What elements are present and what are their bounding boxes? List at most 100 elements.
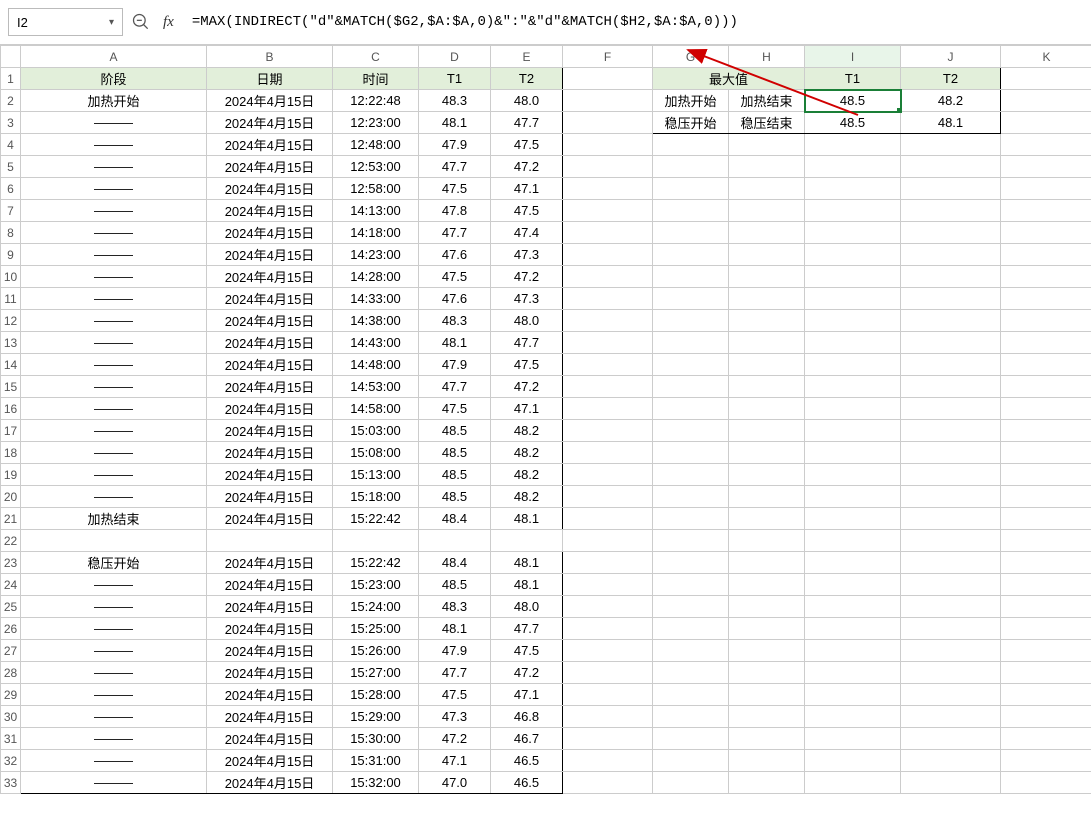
cell[interactable] — [653, 134, 729, 156]
cell[interactable] — [1001, 332, 1091, 354]
cell[interactable] — [901, 640, 1001, 662]
phase-cell[interactable]: ——— — [21, 640, 207, 662]
cell[interactable] — [653, 310, 729, 332]
cell[interactable] — [805, 244, 901, 266]
cell[interactable] — [1001, 376, 1091, 398]
cell[interactable] — [805, 464, 901, 486]
cell[interactable] — [1001, 134, 1091, 156]
cell[interactable] — [805, 354, 901, 376]
time-cell[interactable]: 14:23:00 — [333, 244, 419, 266]
cell[interactable] — [1001, 266, 1091, 288]
cell[interactable] — [1001, 662, 1091, 684]
t1-cell[interactable]: 48.1 — [419, 112, 491, 134]
row-header[interactable]: 24 — [1, 574, 21, 596]
row-header[interactable]: 23 — [1, 552, 21, 574]
side-t2-value[interactable]: 48.1 — [901, 112, 1001, 134]
cell[interactable] — [1001, 310, 1091, 332]
time-cell[interactable]: 15:30:00 — [333, 728, 419, 750]
cell[interactable] — [563, 552, 653, 574]
t2-cell[interactable]: 48.0 — [491, 310, 563, 332]
phase-cell[interactable]: ——— — [21, 200, 207, 222]
t1-cell[interactable]: 47.9 — [419, 354, 491, 376]
time-cell[interactable]: 14:38:00 — [333, 310, 419, 332]
active-cell[interactable]: 48.5 — [805, 90, 901, 112]
cell[interactable] — [563, 112, 653, 134]
fx-icon[interactable]: fx — [159, 14, 178, 31]
cell[interactable] — [729, 772, 805, 794]
cell[interactable] — [805, 640, 901, 662]
date-cell[interactable]: 2024年4月15日 — [207, 750, 333, 772]
cell[interactable] — [901, 376, 1001, 398]
t2-cell[interactable]: 47.3 — [491, 244, 563, 266]
cell[interactable] — [805, 398, 901, 420]
cell[interactable] — [729, 266, 805, 288]
cell[interactable] — [901, 530, 1001, 552]
phase-cell[interactable]: ——— — [21, 772, 207, 794]
row-header[interactable]: 33 — [1, 772, 21, 794]
cell[interactable] — [805, 178, 901, 200]
row-header[interactable]: 5 — [1, 156, 21, 178]
row-header[interactable]: 19 — [1, 464, 21, 486]
main-header-cell[interactable]: 时间 — [333, 68, 419, 90]
corner-cell[interactable] — [1, 46, 21, 68]
t1-cell[interactable]: 48.1 — [419, 618, 491, 640]
phase-cell[interactable]: 加热开始 — [21, 90, 207, 112]
t1-cell[interactable]: 48.5 — [419, 442, 491, 464]
side-label[interactable]: 稳压开始 — [653, 112, 729, 134]
time-cell[interactable]: 12:58:00 — [333, 178, 419, 200]
phase-cell[interactable]: ——— — [21, 464, 207, 486]
phase-cell[interactable]: ——— — [21, 574, 207, 596]
cell[interactable] — [653, 596, 729, 618]
date-cell[interactable]: 2024年4月15日 — [207, 596, 333, 618]
row-header[interactable]: 1 — [1, 68, 21, 90]
cell[interactable] — [563, 640, 653, 662]
time-cell[interactable]: 12:48:00 — [333, 134, 419, 156]
t1-cell[interactable]: 48.1 — [419, 332, 491, 354]
phase-cell[interactable]: ——— — [21, 310, 207, 332]
date-cell[interactable]: 2024年4月15日 — [207, 112, 333, 134]
t2-cell[interactable]: 47.3 — [491, 288, 563, 310]
cell[interactable] — [805, 134, 901, 156]
phase-cell[interactable]: ——— — [21, 376, 207, 398]
row-header[interactable]: 14 — [1, 354, 21, 376]
cell[interactable] — [729, 354, 805, 376]
cell[interactable] — [805, 200, 901, 222]
row-header[interactable]: 18 — [1, 442, 21, 464]
cell[interactable] — [653, 486, 729, 508]
side-t1-value[interactable]: 48.5 — [805, 112, 901, 134]
cell[interactable] — [901, 442, 1001, 464]
t2-cell[interactable]: 47.5 — [491, 200, 563, 222]
cell[interactable] — [729, 486, 805, 508]
date-cell[interactable]: 2024年4月15日 — [207, 442, 333, 464]
phase-cell[interactable]: ——— — [21, 706, 207, 728]
t1-cell[interactable]: 48.5 — [419, 574, 491, 596]
cell[interactable] — [563, 618, 653, 640]
t2-cell[interactable]: 47.2 — [491, 156, 563, 178]
date-cell[interactable]: 2024年4月15日 — [207, 134, 333, 156]
date-cell[interactable]: 2024年4月15日 — [207, 200, 333, 222]
t1-cell[interactable]: 48.3 — [419, 596, 491, 618]
cell[interactable] — [729, 574, 805, 596]
side-t2-value[interactable]: 48.2 — [901, 90, 1001, 112]
cell[interactable] — [653, 332, 729, 354]
t1-cell[interactable]: 47.1 — [419, 750, 491, 772]
cell[interactable] — [563, 376, 653, 398]
date-cell[interactable]: 2024年4月15日 — [207, 486, 333, 508]
cell[interactable] — [653, 222, 729, 244]
cell[interactable] — [563, 310, 653, 332]
t1-cell[interactable]: 48.3 — [419, 90, 491, 112]
row-header[interactable]: 32 — [1, 750, 21, 772]
cell[interactable] — [1001, 530, 1091, 552]
time-cell[interactable]: 14:33:00 — [333, 288, 419, 310]
cell[interactable] — [805, 442, 901, 464]
t1-cell[interactable]: 47.5 — [419, 684, 491, 706]
cell[interactable] — [653, 398, 729, 420]
date-cell[interactable]: 2024年4月15日 — [207, 332, 333, 354]
col-header[interactable]: E — [491, 46, 563, 68]
t1-cell[interactable]: 47.6 — [419, 288, 491, 310]
date-cell[interactable] — [207, 530, 333, 552]
cell[interactable] — [1001, 244, 1091, 266]
row-header[interactable]: 20 — [1, 486, 21, 508]
cell[interactable] — [729, 200, 805, 222]
cell[interactable] — [805, 222, 901, 244]
